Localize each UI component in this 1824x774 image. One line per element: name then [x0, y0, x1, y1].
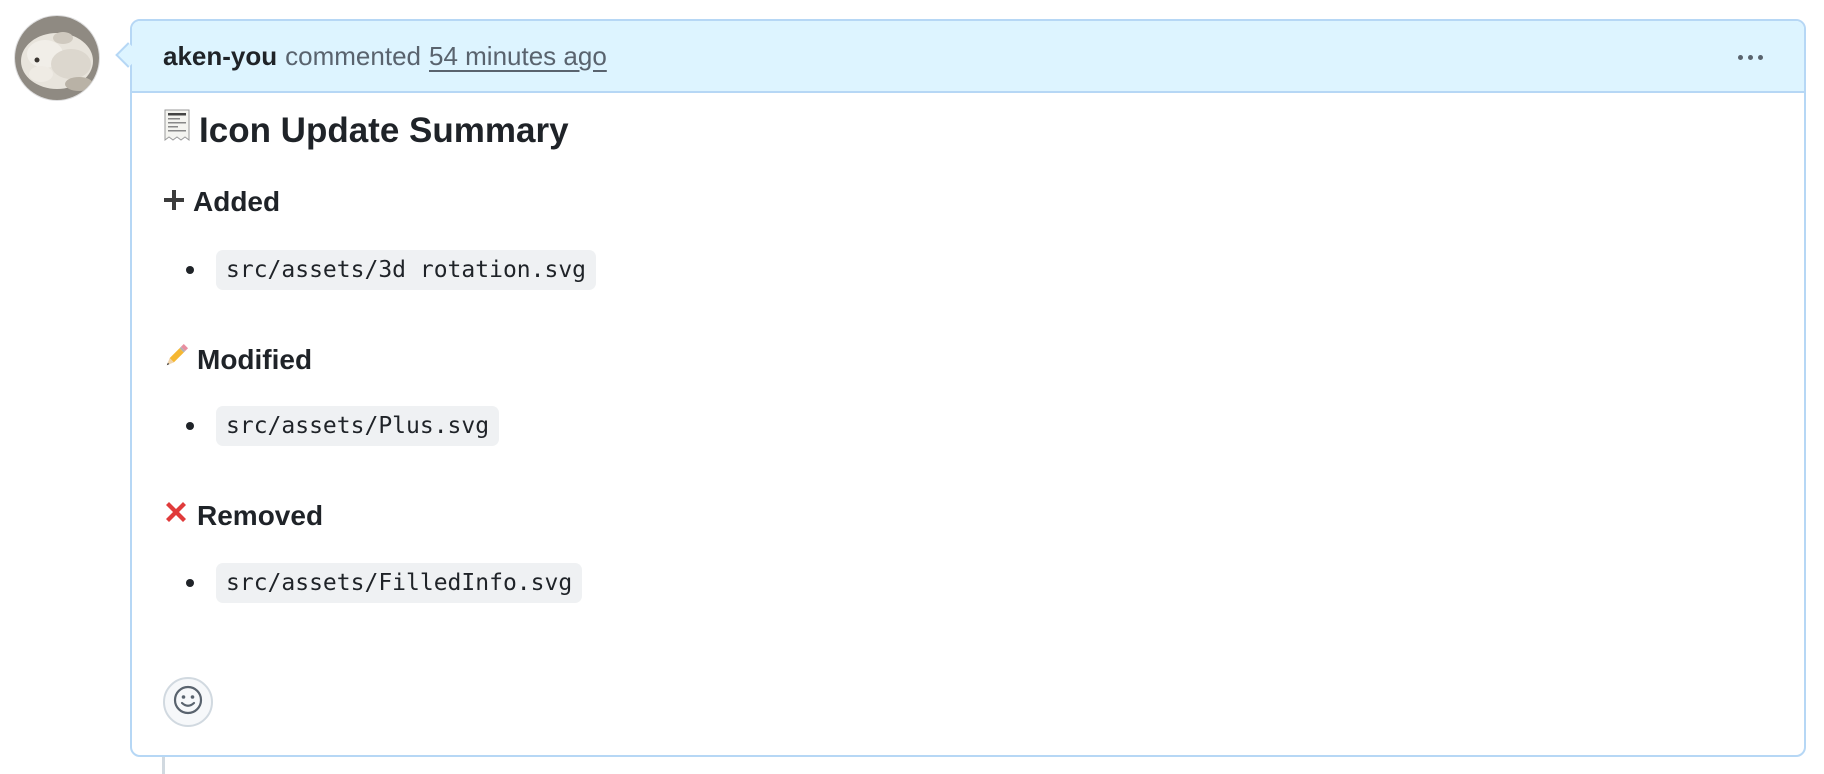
section-title: Removed [197, 499, 324, 531]
author-link[interactable]: aken-you [163, 41, 277, 72]
section-heading-removed: Removed [163, 499, 323, 532]
bullet [186, 579, 194, 587]
section-heading-modified: Modified [163, 343, 312, 376]
bullet [186, 266, 194, 274]
summary-title: Icon Update Summary [199, 110, 569, 150]
dot [1757, 54, 1763, 60]
pencil-icon [163, 343, 189, 376]
bullet [186, 422, 194, 430]
receipt-icon [163, 109, 191, 152]
timeline-line [162, 756, 165, 774]
avatar[interactable] [15, 16, 99, 100]
add-reaction-button[interactable] [163, 677, 213, 727]
dot [1747, 54, 1753, 60]
list-item: src/assets/FilledInfo.svg [186, 563, 583, 603]
file-path: src/assets/FilledInfo.svg [216, 563, 583, 603]
plus-icon [163, 186, 185, 218]
file-path: src/assets/Plus.svg [216, 406, 500, 446]
section-heading-added: Added [163, 186, 280, 218]
timestamp-link[interactable]: 54 minutes ago [429, 41, 607, 72]
file-path: src/assets/3d rotation.svg [216, 250, 597, 290]
comment-box: aken-you commented 54 minutes ago Icon U… [130, 19, 1806, 757]
comment-action: commented [285, 40, 421, 71]
list-item: src/assets/3d rotation.svg [186, 250, 597, 290]
section-title: Added [193, 186, 281, 217]
list-item: src/assets/Plus.svg [186, 406, 500, 446]
comment-header: aken-you commented 54 minutes ago [132, 21, 1804, 93]
more-options-button[interactable] [1732, 43, 1768, 71]
cross-mark-icon [163, 499, 189, 532]
summary-heading: Icon Update Summary [163, 109, 569, 152]
smiley-icon [173, 685, 203, 720]
section-title: Modified [197, 343, 313, 375]
dot [1737, 54, 1743, 60]
comment-timeline: aken-you commented 54 minutes ago Icon U… [0, 0, 1824, 774]
